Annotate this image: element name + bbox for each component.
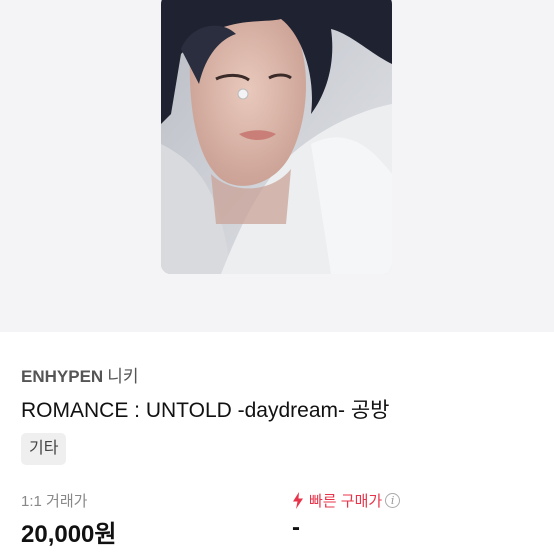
artist-member: 니키 [107,367,139,386]
product-image-area [0,0,554,332]
lightning-icon [293,492,303,509]
artist-group: ENHYPEN [21,367,104,386]
photocard-image[interactable] [161,0,392,274]
photo-illustration [161,0,392,274]
category-tag[interactable]: 기타 [21,433,67,465]
quick-buy-label-text: 빠른 구매가 [309,493,383,510]
trade-price-label: 1:1 거래가 [21,493,88,510]
product-title: ROMANCE : UNTOLD -daydream- 공방 [21,399,390,422]
info-icon[interactable]: i [385,493,401,508]
trade-price: 20,000원 [21,521,117,548]
quick-buy-price: - [292,514,300,541]
artist-name: ENHYPEN 니키 [21,362,138,387]
quick-buy-label: 빠른 구매가 i [292,490,401,511]
